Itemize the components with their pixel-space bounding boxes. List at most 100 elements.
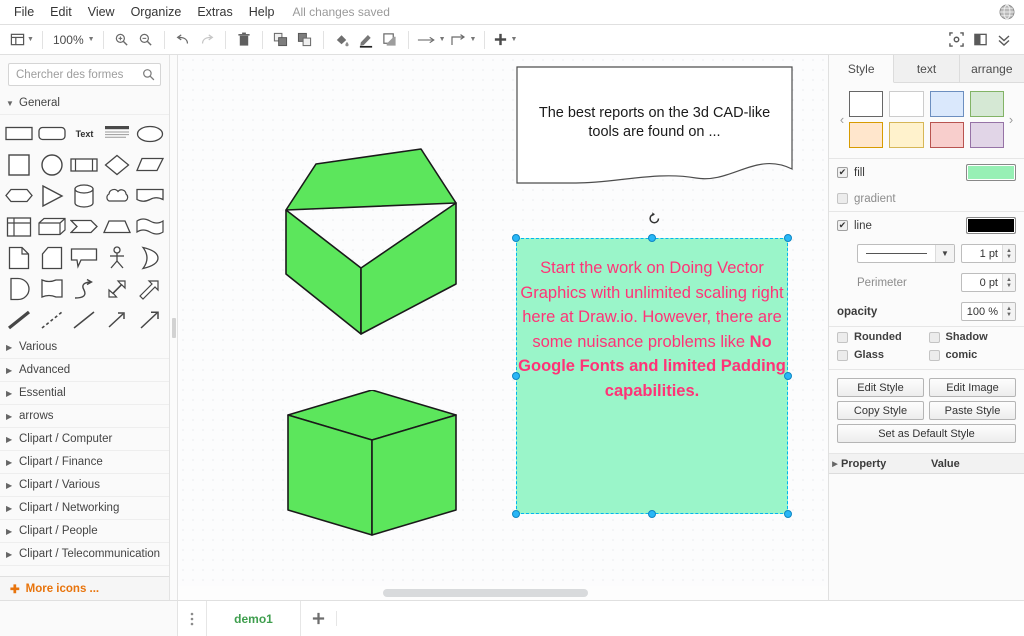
more-icons-button[interactable]: ✚ More icons ...	[0, 576, 169, 600]
shape-ellipse[interactable]	[133, 119, 166, 148]
style-swatch[interactable]	[929, 122, 964, 148]
cube-shape-small[interactable]	[284, 390, 460, 536]
redo-icon[interactable]	[195, 28, 219, 52]
trash-icon[interactable]	[232, 28, 256, 52]
shape-arrow-thin[interactable]	[133, 305, 166, 334]
shape-process[interactable]	[68, 150, 101, 179]
comic-toggle[interactable]: comic	[928, 349, 1017, 361]
style-swatch[interactable]	[929, 91, 964, 117]
shape-trapezoid[interactable]	[101, 212, 134, 241]
menu-organize[interactable]: Organize	[123, 2, 190, 22]
cube-shape-large[interactable]	[281, 144, 475, 338]
shape-delay[interactable]	[3, 274, 36, 303]
undo-icon[interactable]	[171, 28, 195, 52]
style-swatch[interactable]	[969, 91, 1004, 117]
insert-plus-icon[interactable]: ▼	[491, 28, 519, 52]
menu-extras[interactable]: Extras	[189, 2, 240, 22]
stepper-arrows-icon[interactable]: ▲ ▼	[1002, 274, 1015, 291]
sidebar-section-advanced[interactable]: ▶ Advanced	[0, 359, 169, 382]
tab-style[interactable]: Style	[829, 55, 895, 83]
resize-handle-w[interactable]	[512, 372, 520, 380]
shape-arrow-small[interactable]	[101, 305, 134, 334]
menu-view[interactable]: View	[80, 2, 123, 22]
shape-internal-storage[interactable]	[3, 212, 36, 241]
shape-single-arrow[interactable]	[133, 274, 166, 303]
search-box[interactable]	[8, 63, 161, 86]
bring-to-front-icon[interactable]	[269, 28, 293, 52]
zoom-in-icon[interactable]	[110, 28, 134, 52]
stepper-arrows-icon[interactable]: ▲ ▼	[1002, 303, 1015, 320]
canvas-area[interactable]: The best reports on the 3d CAD-like tool…	[178, 55, 828, 600]
sidebar-section-various[interactable]: ▶ Various	[0, 336, 169, 359]
shadow-toggle[interactable]: Shadow	[928, 331, 1017, 343]
sidebar-section-arrows[interactable]: ▶ arrows	[0, 405, 169, 428]
chevron-right-icon[interactable]: ▶	[829, 460, 841, 468]
rotate-icon[interactable]	[647, 211, 662, 226]
shape-rectangle[interactable]	[3, 119, 36, 148]
straight-connector-icon[interactable]: ▼	[415, 28, 448, 52]
shape-cloud[interactable]	[101, 181, 134, 210]
line-width-stepper[interactable]: 1 pt ▲ ▼	[961, 244, 1016, 263]
shape-document[interactable]	[133, 181, 166, 210]
perimeter-stepper[interactable]: 0 pt ▲ ▼	[961, 273, 1016, 292]
shape-line-dashed[interactable]	[36, 305, 69, 334]
sidebar-section-essential[interactable]: ▶ Essential	[0, 382, 169, 405]
page-tab-demo1[interactable]: demo1	[206, 601, 301, 636]
style-swatch[interactable]	[889, 91, 924, 117]
shape-cube[interactable]	[36, 212, 69, 241]
globe-icon[interactable]	[998, 3, 1016, 21]
more-options-icon[interactable]	[178, 611, 206, 627]
elbow-connector-icon[interactable]: ▼	[448, 28, 479, 52]
glass-toggle[interactable]: Glass	[837, 349, 925, 361]
search-input[interactable]	[9, 64, 160, 85]
shape-textbox[interactable]	[101, 119, 134, 148]
chevron-left-icon[interactable]: ‹	[835, 112, 849, 127]
shape-text[interactable]: Text	[68, 119, 101, 148]
send-to-back-icon[interactable]	[293, 28, 317, 52]
add-page-plus-icon[interactable]	[301, 611, 337, 626]
document-shape[interactable]: The best reports on the 3d CAD-like tool…	[516, 66, 793, 184]
shape-card[interactable]	[36, 243, 69, 272]
resize-handle-e[interactable]	[784, 372, 792, 380]
fill-checkbox[interactable]	[837, 167, 848, 178]
line-color-swatch[interactable]	[966, 217, 1016, 234]
comic-checkbox[interactable]	[928, 349, 940, 361]
shape-curve[interactable]	[68, 274, 101, 303]
style-swatch[interactable]	[889, 122, 924, 148]
set-default-style-button[interactable]: Set as Default Style	[837, 424, 1016, 443]
selected-text-shape[interactable]: Start the work on Doing Vector Graphics …	[512, 212, 792, 518]
shape-tape[interactable]	[133, 212, 166, 241]
style-swatch[interactable]	[849, 122, 884, 148]
zoom-out-icon[interactable]	[134, 28, 158, 52]
edit-style-button[interactable]: Edit Style	[837, 378, 924, 397]
shape-square[interactable]	[3, 150, 36, 179]
sidebar-section-general[interactable]: ▼ General	[0, 92, 169, 115]
rounded-checkbox[interactable]	[837, 331, 848, 343]
double-chevron-down-icon[interactable]	[992, 28, 1016, 52]
resize-handle-ne[interactable]	[784, 234, 792, 242]
resize-handle-sw[interactable]	[512, 510, 520, 518]
resize-handle-n[interactable]	[648, 234, 656, 242]
resize-handle-se[interactable]	[784, 510, 792, 518]
sidebar-scroll-area[interactable]: ▼ General Text ▶ Various ▶ Advanced ▶ Es…	[0, 92, 169, 600]
shape-actor[interactable]	[101, 243, 134, 272]
resize-handle-nw[interactable]	[512, 234, 520, 242]
sidebar-section-clipart-networking[interactable]: ▶ Clipart / Networking	[0, 497, 169, 520]
edit-image-button[interactable]: Edit Image	[929, 378, 1016, 397]
line-color-icon[interactable]	[354, 28, 378, 52]
copy-style-button[interactable]: Copy Style	[837, 401, 924, 420]
shape-line-plain[interactable]	[68, 305, 101, 334]
shape-parallelogram[interactable]	[133, 150, 166, 179]
sidebar-section-clipart-finance[interactable]: ▶ Clipart / Finance	[0, 451, 169, 474]
menu-help[interactable]: Help	[241, 2, 283, 22]
canvas-horizontal-scrollbar[interactable]	[178, 586, 828, 600]
tab-arrange[interactable]: arrange	[959, 55, 1024, 82]
sidebar-section-clipart-people[interactable]: ▶ Clipart / People	[0, 520, 169, 543]
fill-color-icon[interactable]	[330, 28, 354, 52]
menu-edit[interactable]: Edit	[42, 2, 80, 22]
resize-handle-s[interactable]	[648, 510, 656, 518]
shape-hexagon[interactable]	[3, 181, 36, 210]
shape-circle[interactable]	[36, 150, 69, 179]
shape-rounded-rectangle[interactable]	[36, 119, 69, 148]
glass-checkbox[interactable]	[837, 349, 848, 361]
